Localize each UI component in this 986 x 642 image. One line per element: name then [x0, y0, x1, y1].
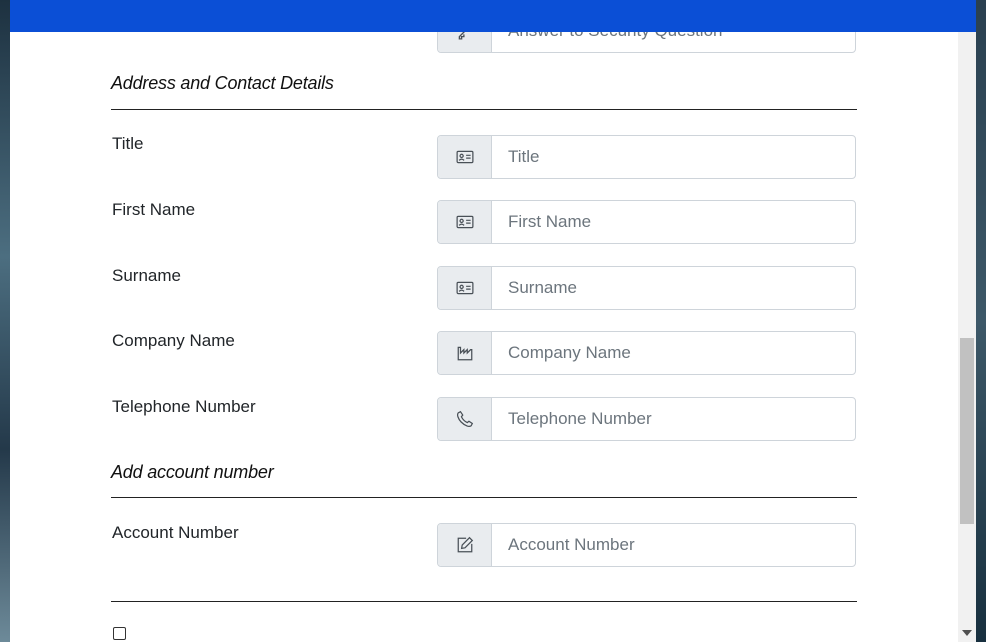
title-label: Title [112, 134, 144, 153]
company-name-label: Company Name [112, 331, 235, 350]
background-right [976, 0, 986, 642]
section-divider [111, 601, 857, 602]
first-name-input-group [437, 200, 856, 244]
edit-icon [457, 536, 473, 553]
surname-addon [438, 267, 492, 309]
modal-body: Address and Contact Details Title First … [10, 0, 958, 642]
first-name-addon [438, 201, 492, 243]
telephone-addon [438, 398, 492, 440]
factory-icon [457, 346, 472, 361]
section-divider [111, 109, 857, 110]
vertical-scrollbar[interactable] [958, 0, 976, 642]
phone-icon [456, 410, 473, 428]
company-name-input[interactable] [492, 332, 855, 374]
scrollbar-thumb[interactable] [960, 338, 974, 524]
telephone-input[interactable] [492, 398, 855, 440]
modal-header [10, 0, 976, 32]
id-card-icon [456, 215, 473, 229]
id-card-icon [456, 281, 473, 295]
title-input-group [437, 135, 856, 179]
section-divider [111, 497, 857, 498]
section-heading-address: Address and Contact Details [111, 73, 334, 93]
id-card-icon [456, 150, 473, 164]
registration-modal: Address and Contact Details Title First … [10, 0, 976, 642]
title-input[interactable] [492, 136, 855, 178]
company-name-input-group [437, 331, 856, 375]
title-addon [438, 136, 492, 178]
account-number-addon [438, 524, 492, 566]
scroll-down-arrow-icon[interactable] [962, 630, 972, 636]
surname-input[interactable] [492, 267, 855, 309]
first-name-label: First Name [112, 200, 196, 219]
section-heading-account: Add account number [111, 462, 274, 482]
company-name-addon [438, 332, 492, 374]
surname-input-group [437, 266, 856, 310]
account-number-label: Account Number [112, 523, 239, 542]
agreement-checkbox[interactable] [113, 627, 126, 640]
first-name-input[interactable] [492, 201, 855, 243]
account-number-input-group [437, 523, 856, 567]
account-number-input[interactable] [492, 524, 855, 566]
telephone-input-group [437, 397, 856, 441]
background-left [0, 0, 10, 642]
telephone-label: Telephone Number [112, 397, 256, 416]
surname-label: Surname [112, 266, 181, 285]
